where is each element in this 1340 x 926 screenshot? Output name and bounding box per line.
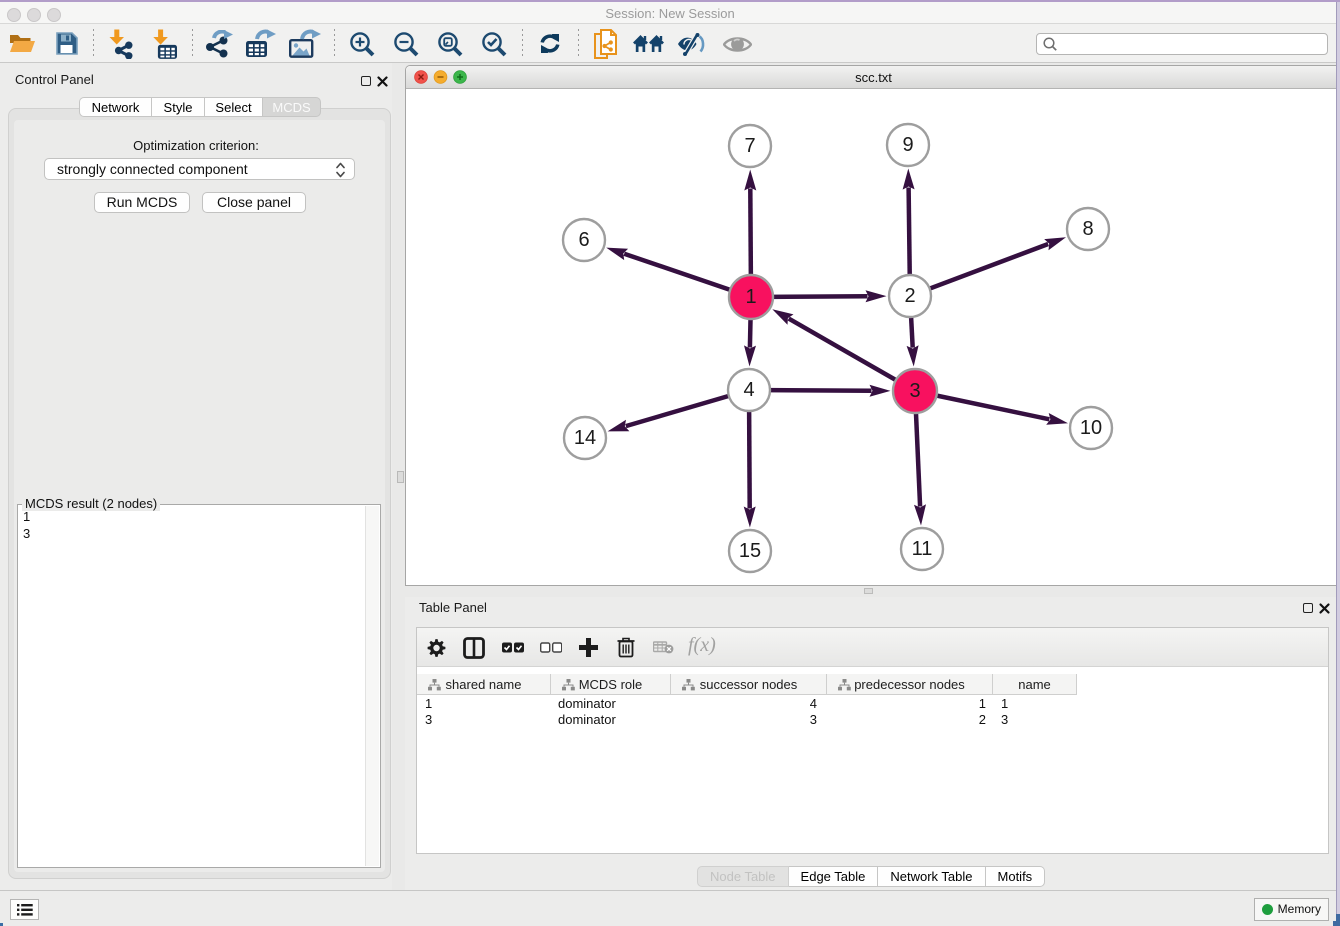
svg-text:15: 15 — [739, 540, 761, 562]
svg-text:1: 1 — [745, 286, 756, 308]
svg-text:10: 10 — [1080, 417, 1102, 439]
svg-text:6: 6 — [578, 229, 589, 251]
svg-text:9: 9 — [902, 134, 913, 156]
svg-text:7: 7 — [744, 135, 755, 157]
svg-text:8: 8 — [1082, 218, 1093, 240]
svg-text:4: 4 — [743, 379, 754, 401]
svg-text:2: 2 — [904, 285, 915, 307]
svg-text:14: 14 — [574, 427, 596, 449]
svg-text:11: 11 — [912, 538, 933, 560]
svg-text:3: 3 — [909, 380, 920, 402]
